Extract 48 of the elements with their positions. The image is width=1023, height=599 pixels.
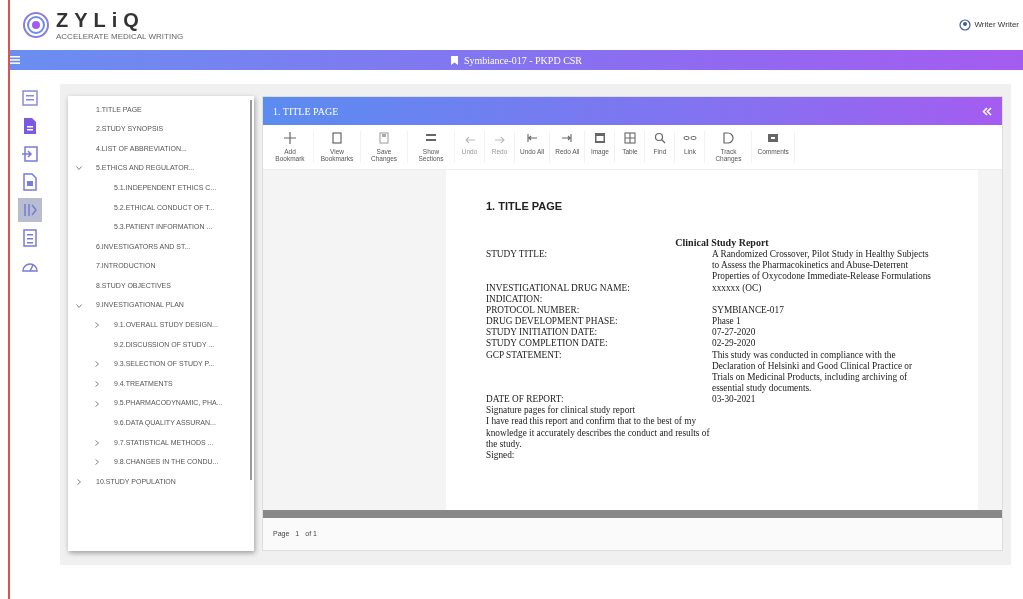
- plus-icon: [283, 131, 297, 145]
- field-label: DRUG DEVELOPMENT PHASE:: [486, 316, 619, 328]
- user-icon: [959, 19, 972, 31]
- bookmark-icon: [450, 55, 458, 65]
- logo-text: ZYLiQ: [56, 9, 146, 30]
- paragraph: I have read this report and confirm that to the best of my knowledge it accurately describes the conduct and results of the study.: [486, 416, 711, 450]
- report-title: Clinical Study Report: [674, 237, 770, 250]
- document-icon: [21, 117, 39, 135]
- paragraph: Signed:: [486, 449, 516, 462]
- paragraph: Signature pages for clinical study report: [486, 405, 636, 417]
- document-heading: 1. TITLE PAGE: [486, 199, 564, 214]
- field-value: This study was conducted in compliance with the Declaration of Helsinki and Good Clinical Practice or Trials on Medicinal Products, including archiving of essential study documents.: [712, 349, 914, 395]
- field-value: 07-27-2020: [712, 327, 757, 339]
- document-title: Symbiance-017 - PKPD CSR: [463, 53, 583, 68]
- table-icon: [622, 131, 637, 145]
- form-icon: [21, 89, 39, 107]
- user-name[interactable]: Writer Writer: [974, 19, 1019, 31]
- field-label: PROTOCOL NUMBER:: [486, 304, 581, 317]
- field-value: Phase 1: [712, 316, 742, 328]
- save-icon: [377, 131, 391, 145]
- sign-in-icon: [21, 145, 39, 163]
- field-label: INVESTIGATIONAL DRUG NAME:: [486, 282, 631, 294]
- image-icon: [592, 131, 607, 145]
- field-label: DATE OF REPORT:: [486, 394, 565, 405]
- field-value: 03-30-2021: [712, 394, 757, 406]
- field-value: xxxxxx (OC): [712, 282, 763, 294]
- logo-icon: [22, 11, 50, 39]
- field-value: 02-29-2020: [712, 338, 757, 350]
- field-label: STUDY COMPLETION DATE:: [486, 338, 609, 350]
- field-value: SYMBIANCE-017: [712, 304, 785, 317]
- collapse-icon: [982, 106, 992, 116]
- field-label: STUDY TITLE:: [486, 249, 549, 262]
- section-title: 1. TITLE PAGE: [273, 104, 339, 119]
- menu-icon: [10, 55, 20, 65]
- report-icon: [21, 173, 39, 191]
- bookmark-icon: [330, 131, 344, 145]
- field-label: INDICATION:: [486, 293, 544, 305]
- horizontal-scrollbar[interactable]: [263, 510, 1002, 518]
- flow-icon: [21, 201, 39, 219]
- field-label: GCP STATEMENT:: [486, 349, 563, 362]
- track-changes-icon: [721, 131, 736, 145]
- comment-icon: [766, 131, 781, 145]
- search-icon: [652, 131, 667, 145]
- field-label: STUDY INITIATION DATE:: [486, 327, 599, 339]
- redo-all-icon: [560, 131, 575, 145]
- logo-tagline: ACCELERATE MEDICAL WRITING: [56, 32, 184, 41]
- list-icon: [21, 229, 39, 247]
- undo-all-icon: [525, 131, 540, 145]
